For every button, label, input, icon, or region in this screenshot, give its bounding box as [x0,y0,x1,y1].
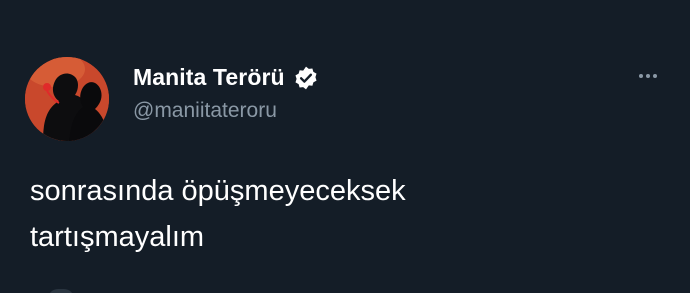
author-display-name[interactable]: Manita Terörü [133,64,285,91]
tweet-text-line: sonrasında öpüşmeyeceksek [30,175,406,207]
author-name-row[interactable]: Manita Terörü [133,64,319,91]
next-avatar-edge [48,289,74,293]
author-handle[interactable]: @maniitateroru [133,99,277,123]
author-avatar[interactable] [25,57,109,141]
more-horizontal-icon-dot [653,74,657,78]
tweet-text-line: tartışmayalım [30,221,205,253]
more-horizontal-icon-dot [646,74,650,78]
tweet-card[interactable]: Manita Terörü @maniitateroru sonrasında … [0,0,690,293]
tweet-text: sonrasında öpüşmeyeceksek tartışmayalım [30,168,630,260]
verified-badge-icon [295,66,317,89]
more-horizontal-icon [639,74,643,78]
avatar-image [25,57,109,141]
more-options-button[interactable] [628,66,668,86]
